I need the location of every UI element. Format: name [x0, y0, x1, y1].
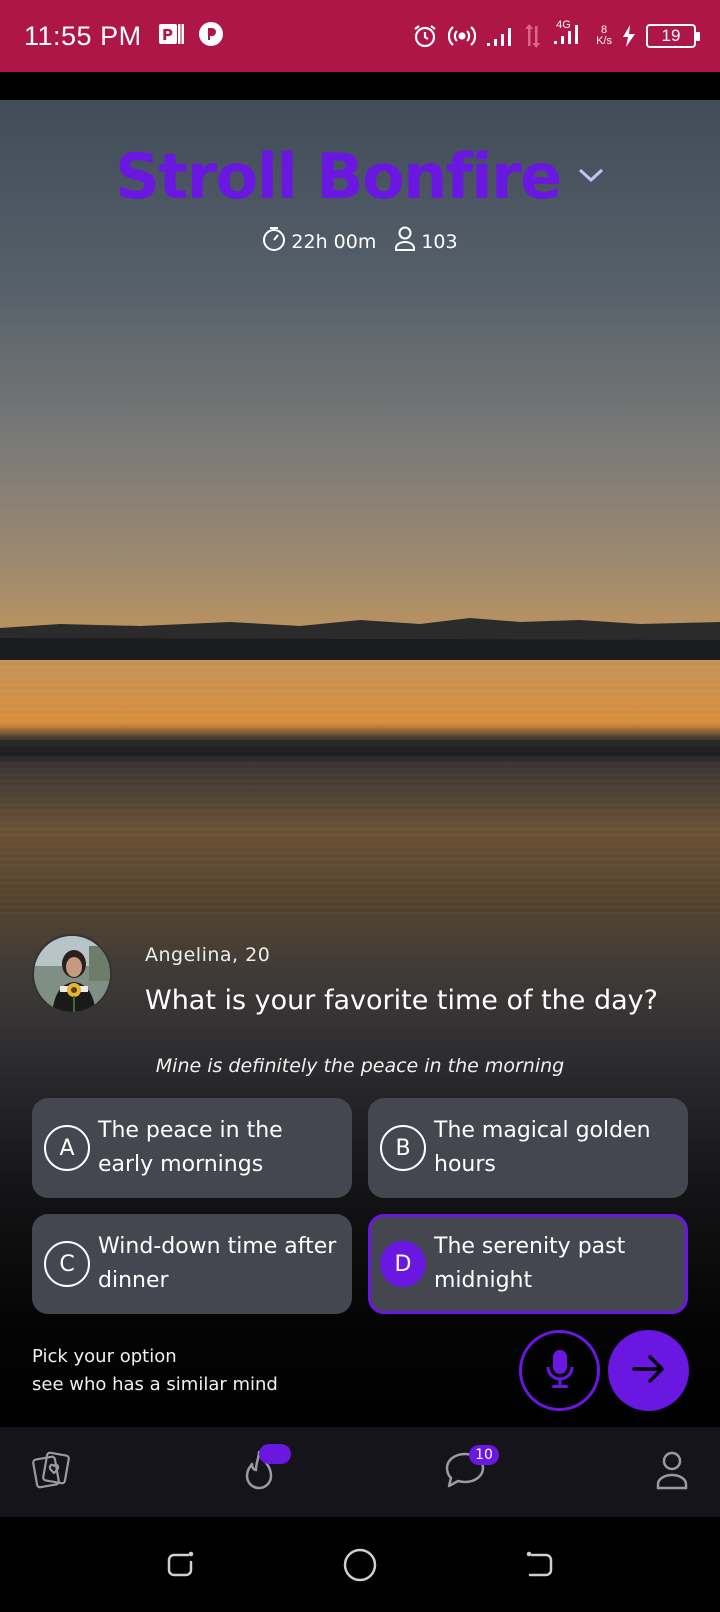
voice-answer-button[interactable]: [519, 1330, 600, 1411]
nav-profile[interactable]: [622, 1427, 720, 1517]
participants-count: 103: [421, 230, 458, 253]
charging-icon: [622, 25, 636, 47]
hills-silhouette: [0, 618, 720, 660]
home-circle-icon: [342, 1547, 378, 1587]
bonfire-badge: [259, 1444, 291, 1464]
chevron-down-icon[interactable]: [577, 166, 605, 188]
network-speed: 8 K/s: [596, 25, 612, 47]
pick-instructions: Pick your option see who has a similar m…: [32, 1343, 278, 1399]
microphone-icon: [545, 1349, 575, 1393]
room-title-bar[interactable]: Stroll Bonfire: [0, 140, 720, 213]
bottom-nav: 10: [0, 1427, 720, 1517]
network-speed-unit: K/s: [596, 35, 612, 47]
system-nav-bar: [0, 1517, 720, 1612]
timer-value: 22h 00m: [291, 230, 377, 253]
option-c[interactable]: C Wind-down time after dinner: [32, 1214, 352, 1314]
room-meta: 22h 00m 103: [0, 226, 720, 257]
battery-indicator: 19: [646, 24, 700, 48]
option-label: Wind-down time after dinner: [98, 1234, 337, 1293]
option-label: The magical golden hours: [434, 1118, 651, 1177]
back-button[interactable]: [520, 1547, 560, 1587]
home-button[interactable]: [340, 1547, 380, 1587]
option-letter: A: [44, 1125, 90, 1171]
nav-chats[interactable]: 10: [415, 1427, 515, 1517]
avatar[interactable]: [32, 934, 112, 1014]
status-bar: 11:55 PM P 4G 8 K/s 19: [0, 0, 720, 72]
timer: 22h 00m: [262, 226, 376, 257]
option-label: The serenity past midnight: [434, 1234, 626, 1293]
nav-cards[interactable]: [1, 1427, 101, 1517]
option-b[interactable]: B The magical golden hours: [368, 1098, 688, 1198]
stopwatch-icon: [262, 226, 286, 257]
asker-name: Angelina, 20: [145, 944, 271, 966]
option-letter: D: [380, 1241, 426, 1287]
data-transfer-icon: [524, 24, 542, 48]
arrow-right-icon: [631, 1354, 667, 1388]
option-letter: B: [380, 1125, 426, 1171]
app-notification-icon: [198, 21, 224, 51]
hotspot-icon: [448, 25, 477, 47]
recents-button[interactable]: [160, 1547, 200, 1587]
back-icon: [524, 1549, 556, 1585]
participants: 103: [394, 226, 458, 257]
recents-icon: [164, 1549, 196, 1585]
option-label: The peace in the early mornings: [98, 1118, 283, 1177]
chat-badge: 10: [469, 1445, 499, 1465]
room-title[interactable]: Stroll Bonfire: [115, 140, 562, 213]
signal-icon: [486, 25, 514, 47]
nav-bonfire[interactable]: [209, 1427, 309, 1517]
cards-icon: [30, 1449, 72, 1495]
alarm-icon: [412, 23, 438, 49]
parking-app-icon: P: [158, 22, 184, 50]
svg-text:P: P: [162, 26, 173, 44]
answer-hint: Mine is definitely the peace in the morn…: [155, 1055, 565, 1077]
water-reflection: [0, 660, 720, 920]
question-text: What is your favorite time of the day?: [145, 985, 658, 1016]
profile-icon: [655, 1450, 689, 1494]
pick-line-1: Pick your option: [32, 1346, 177, 1367]
user-icon: [394, 226, 416, 257]
pick-line-2: see who has a similar mind: [32, 1374, 278, 1395]
signal-4g-icon: 4G: [552, 19, 586, 51]
top-spacer: [0, 72, 720, 100]
submit-button[interactable]: [608, 1330, 689, 1411]
option-letter: C: [44, 1241, 90, 1287]
option-d[interactable]: D The serenity past midnight: [368, 1214, 688, 1314]
status-time: 11:55 PM: [24, 20, 142, 51]
option-a[interactable]: A The peace in the early mornings: [32, 1098, 352, 1198]
